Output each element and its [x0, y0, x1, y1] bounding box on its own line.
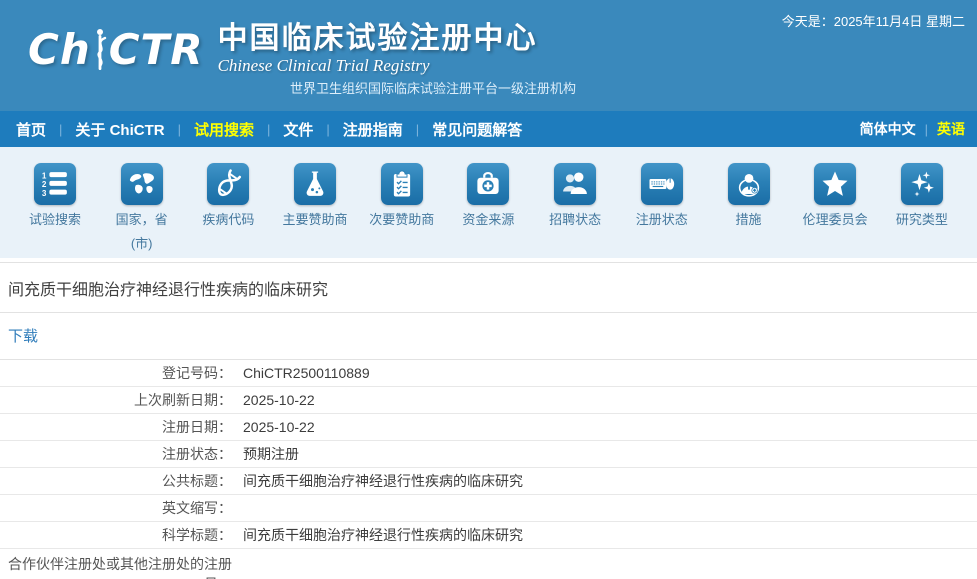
nav-item-documents[interactable]: 文件 [279, 119, 317, 140]
doctor-icon [728, 163, 770, 205]
table-row-last-refreshed-date: 上次刷新日期： 2025-10-22 [0, 387, 977, 414]
logo-text-ch: Ch [28, 29, 91, 71]
svg-text:3: 3 [42, 189, 47, 198]
nav-separator: | [267, 122, 270, 137]
table-row-partner-registry-number: 合作伙伴注册处或其他注册处的注册号： [0, 549, 977, 579]
toolbar-item-interventions[interactable]: 措施 [708, 163, 790, 258]
page-title: 间充质干细胞治疗神经退行性疾病的临床研究 [0, 262, 977, 313]
clipboard-icon [381, 163, 423, 205]
toolbar-label: 疾病代码 [202, 211, 254, 229]
nav-item-home[interactable]: 首页 [12, 119, 50, 140]
nav-item-faq[interactable]: 常见问题解答 [428, 119, 526, 140]
row-label: 公共标题： [0, 471, 232, 491]
row-value: 预期注册 [232, 444, 977, 464]
toolbar-label: 研究类型 [896, 211, 948, 229]
toolbar-label: 注册状态 [636, 211, 688, 229]
row-label: 上次刷新日期： [0, 390, 232, 410]
table-row-registration-status: 注册状态： 预期注册 [0, 441, 977, 468]
people-icon [554, 163, 596, 205]
nav-separator: | [925, 122, 928, 137]
nav-separator: | [416, 122, 419, 137]
medical-bag-icon [467, 163, 509, 205]
toolbar-label: 措施 [735, 211, 761, 229]
site-titles: 中国临床试验注册中心 Chinese Clinical Trial Regist… [218, 22, 538, 76]
toolbar-item-study-type[interactable]: 研究类型 [881, 163, 963, 258]
nav-separator: | [326, 122, 329, 137]
svg-text:2: 2 [42, 180, 47, 189]
numbered-list-icon: 1 2 3 [34, 163, 76, 205]
toolbar-item-country-province[interactable]: 国家，省 (市) [101, 163, 183, 258]
nav-item-registration-guide[interactable]: 注册指南 [339, 119, 407, 140]
today-date: 今天是：2025年11月4日 星期二 [782, 11, 965, 30]
who-platform-line: 世界卫生组织国际临床试验注册平台一级注册机构 [290, 78, 576, 97]
toolbar-item-disease-code[interactable]: 疾病代码 [187, 163, 269, 258]
star-icon [814, 163, 856, 205]
row-label: 科学标题： [0, 525, 232, 545]
download-link[interactable]: 下载 [8, 328, 38, 345]
toolbar-label: 主要赞助商 [283, 211, 348, 229]
nav-item-about[interactable]: 关于 ChiCTR [71, 119, 168, 140]
row-label: 注册日期： [0, 417, 232, 437]
toolbar-label: 资金来源 [462, 211, 514, 229]
lang-english[interactable]: 英语 [937, 119, 965, 139]
nav-separator: | [178, 122, 181, 137]
row-value: 2025-10-22 [232, 390, 977, 410]
trial-detail-content: 间充质干细胞治疗神经退行性疾病的临床研究 下载 登记号码： ChiCTR2500… [0, 262, 977, 579]
nav-left: 首页 | 关于 ChiCTR | 试用搜索 | 文件 | 注册指南 | 常见问题… [12, 119, 860, 140]
toolbar-item-trial-search[interactable]: 1 2 3 试验搜索 [14, 163, 96, 258]
toolbar-item-funding-source[interactable]: 资金来源 [447, 163, 529, 258]
keyboard-mouse-icon [641, 163, 683, 205]
table-row-registration-number: 登记号码： ChiCTR2500110889 [0, 360, 977, 387]
logo-text-ctr: CTR [109, 29, 204, 71]
site-title-chinese: 中国临床试验注册中心 [218, 22, 538, 55]
lang-simplified-chinese[interactable]: 简体中文 [860, 119, 916, 139]
download-row: 下载 [0, 313, 977, 360]
table-row-registration-date: 注册日期： 2025-10-22 [0, 414, 977, 441]
site-logo[interactable]: Ch CTR 中国临床试验注册中心 Chinese Clinical Trial… [28, 22, 538, 76]
toolbar-item-registration-status[interactable]: 注册状态 [621, 163, 703, 258]
row-label: 合作伙伴注册处或其他注册处的注册号： [0, 554, 232, 579]
toolbar-label: 试验搜索 [29, 211, 81, 229]
toolbar-label: 伦理委员会 [803, 211, 868, 229]
toolbar-item-recruiting-status[interactable]: 招聘状态 [534, 163, 616, 258]
svg-text:1: 1 [42, 171, 47, 180]
trial-info-table: 登记号码： ChiCTR2500110889 上次刷新日期： 2025-10-2… [0, 360, 977, 579]
toolbar-label: 招聘状态 [549, 211, 601, 229]
row-label: 登记号码： [0, 363, 232, 383]
dna-icon [207, 163, 249, 205]
chictr-logo: Ch CTR [28, 22, 204, 72]
nav-separator: | [59, 122, 62, 137]
table-row-scientific-title: 科学标题： 间充质干细胞治疗神经退行性疾病的临床研究 [0, 522, 977, 549]
row-label: 英文缩写： [0, 498, 232, 518]
site-header: 今天是：2025年11月4日 星期二 Ch CTR 中国临床试验注册中心 Chi… [0, 0, 977, 111]
toolbar-label: 次要赞助商 [369, 211, 434, 229]
toolbar-item-ethics-committee[interactable]: 伦理委员会 [794, 163, 876, 258]
nav-item-trial-search[interactable]: 试用搜索 [190, 119, 258, 140]
row-value: 2025-10-22 [232, 417, 977, 437]
search-filter-toolbar: 1 2 3 试验搜索 国家，省 (市) [0, 147, 977, 258]
main-nav: 首页 | 关于 ChiCTR | 试用搜索 | 文件 | 注册指南 | 常见问题… [0, 111, 977, 147]
flask-icon [294, 163, 336, 205]
table-row-public-title: 公共标题： 间充质干细胞治疗神经退行性疾病的临床研究 [0, 468, 977, 495]
row-value: 间充质干细胞治疗神经退行性疾病的临床研究 [232, 471, 977, 491]
toolbar-item-secondary-sponsor[interactable]: 次要赞助商 [361, 163, 443, 258]
row-value: ChiCTR2500110889 [232, 363, 977, 383]
row-label: 注册状态： [0, 444, 232, 464]
world-map-icon [121, 163, 163, 205]
site-title-english: Chinese Clinical Trial Registry [218, 56, 538, 76]
table-row-english-acronym: 英文缩写： [0, 495, 977, 522]
sparkles-icon [901, 163, 943, 205]
language-switcher: 简体中文 | 英语 [860, 119, 965, 139]
asclepius-staff-icon [92, 28, 108, 72]
toolbar-item-primary-sponsor[interactable]: 主要赞助商 [274, 163, 356, 258]
row-value: 间充质干细胞治疗神经退行性疾病的临床研究 [232, 525, 977, 545]
toolbar-label: 国家，省 [116, 211, 168, 229]
